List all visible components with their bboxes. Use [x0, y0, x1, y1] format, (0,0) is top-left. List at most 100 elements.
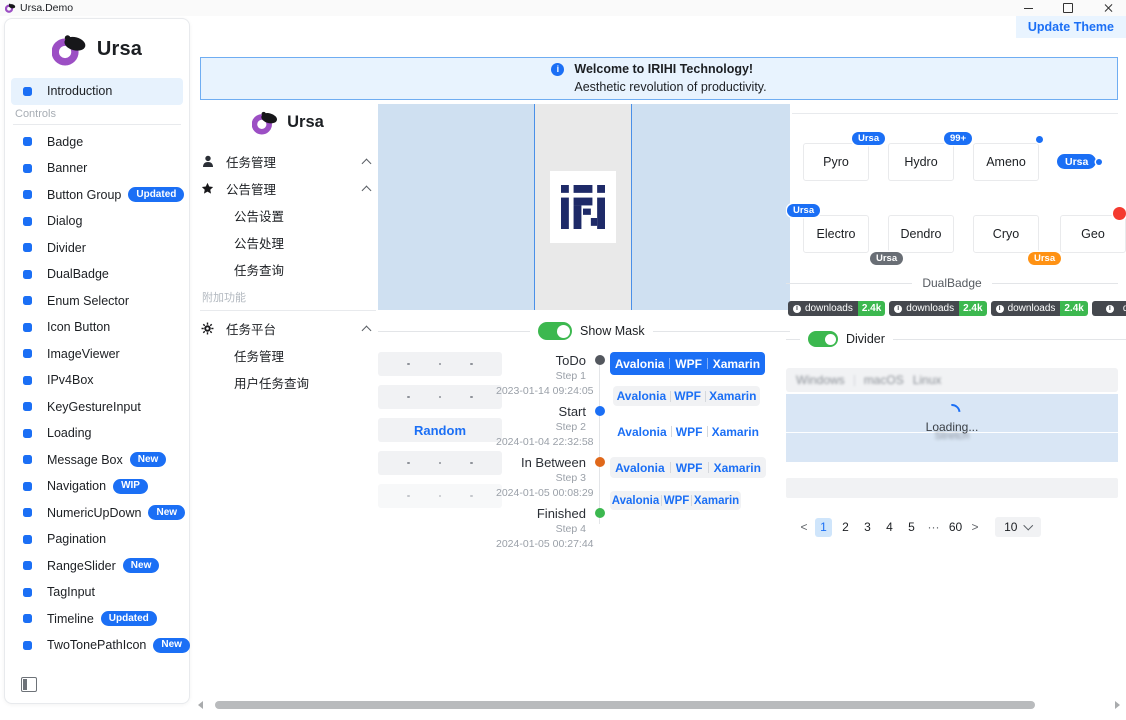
menu-item-user-task-query[interactable]: 用户任务查询 [200, 369, 376, 396]
sidebar-item-badge[interactable]: Badge [11, 129, 183, 156]
sidebar-item-rangeslider[interactable]: RangeSliderNew [11, 553, 183, 580]
sidebar-item-navigation[interactable]: NavigationWIP [11, 473, 183, 500]
ipv4-separator-dot [439, 462, 442, 465]
ipv4-separator-dot [439, 396, 442, 399]
button-avalonia[interactable]: Avalonia [612, 495, 660, 507]
scrollbar-thumb[interactable] [215, 701, 1035, 709]
page-prev-button[interactable]: < [798, 518, 810, 537]
sidebar-item-ipv4box[interactable]: IPv4Box [11, 367, 183, 394]
button-avalonia[interactable]: Avalonia [615, 461, 665, 475]
button-xamarin[interactable]: Xamarin [694, 495, 739, 507]
sidebar-item-pagination[interactable]: Pagination [11, 526, 183, 553]
page-button-60[interactable]: 60 [947, 518, 964, 537]
button-avalonia[interactable]: Avalonia [617, 389, 667, 403]
sidebar-item-keygestureinput[interactable]: KeyGestureInput [11, 394, 183, 421]
sidebar-item-loading[interactable]: Loading [11, 420, 183, 447]
divider-toggle[interactable] [808, 331, 838, 347]
count-badge: 99+ [944, 132, 972, 145]
ipv4-input-disabled [378, 484, 502, 508]
page-button-4[interactable]: 4 [881, 518, 898, 537]
button-avalonia[interactable]: Avalonia [615, 357, 665, 371]
close-button[interactable] [1102, 2, 1114, 14]
sidebar-collapse-icon[interactable] [21, 677, 37, 692]
timeline-dot [595, 406, 605, 416]
divider-line [992, 283, 1118, 284]
standalone-ursa-badge: Ursa [1057, 154, 1096, 169]
ipv4-separator-dot [470, 495, 473, 498]
ipv4-input[interactable] [378, 451, 502, 475]
sidebar-item-imageviewer[interactable]: ImageViewer [11, 341, 183, 368]
bullet-icon [23, 190, 32, 199]
chevron-up-icon [362, 325, 372, 335]
sidebar-item-icon-button[interactable]: Icon Button [11, 314, 183, 341]
sidebar-item-twotonepathicon[interactable]: TwoTonePathIconNew [11, 632, 183, 659]
button-wpf[interactable]: WPF [664, 495, 690, 507]
badge-card-hydro: Hydro [888, 143, 954, 181]
ipv4-separator-dot [439, 363, 442, 366]
button-wpf[interactable]: WPF [675, 357, 702, 371]
sidebar-item-message-box[interactable]: Message BoxNew [11, 447, 183, 474]
button-xamarin[interactable]: Xamarin [709, 389, 756, 403]
irihi-logo [550, 171, 616, 243]
bullet-icon [23, 164, 32, 173]
scroll-right-arrow-icon[interactable] [1115, 701, 1120, 709]
menu-group-notice-mgmt[interactable]: 公告管理 [200, 175, 376, 202]
viewer-mask-left [378, 104, 534, 310]
maximize-button[interactable] [1062, 2, 1074, 14]
menu-group-task-mgmt[interactable]: 任务管理 [200, 148, 376, 175]
button-avalonia[interactable]: Avalonia [617, 425, 667, 439]
page-button-3[interactable]: 3 [859, 518, 876, 537]
page-button-2[interactable]: 2 [837, 518, 854, 537]
menu-item-notice-settings[interactable]: 公告设置 [200, 202, 376, 229]
button-xamarin[interactable]: Xamarin [714, 461, 761, 475]
bullet-icon [23, 561, 32, 570]
button-wpf[interactable]: WPF [676, 425, 703, 439]
status-badge: New [130, 452, 167, 467]
separator [854, 375, 855, 386]
timeline-dot [595, 355, 605, 365]
menu-item-task-query[interactable]: 任务查询 [200, 256, 376, 283]
sidebar-item-button-group[interactable]: Button GroupUpdated [11, 182, 183, 209]
sidebar-item-timeline[interactable]: TimelineUpdated [11, 606, 183, 633]
ipv4-input[interactable] [378, 385, 502, 409]
page-size-select[interactable]: 10 [995, 517, 1041, 537]
sidebar-item-numericupdown[interactable]: NumericUpDownNew [11, 500, 183, 527]
page-next-button[interactable]: > [969, 518, 981, 537]
menu-item-notice-process[interactable]: 公告处理 [200, 229, 376, 256]
page-button-5[interactable]: 5 [903, 518, 920, 537]
sidebar-item-dualbadge[interactable]: DualBadge [11, 261, 183, 288]
random-button[interactable]: Random [378, 418, 502, 442]
horizontal-scrollbar[interactable] [198, 699, 1120, 711]
separator [661, 495, 662, 506]
loading-demo: Stretch Loading... [786, 394, 1118, 462]
sidebar-item-dialog[interactable]: Dialog [11, 208, 183, 235]
bullet-icon [23, 87, 32, 96]
minimize-button[interactable] [1022, 2, 1034, 14]
update-theme-button[interactable]: Update Theme [1016, 16, 1126, 38]
info-icon [793, 305, 801, 313]
banner-subtitle: Aesthetic revolution of productivity. [574, 79, 766, 97]
timeline-demo: ToDo Step 1 2023-01-14 09:24:05 Start St… [496, 350, 608, 550]
image-viewer[interactable] [378, 104, 790, 310]
page-button-1[interactable]: 1 [815, 518, 832, 537]
chevron-down-icon [1024, 521, 1033, 530]
separator [708, 462, 709, 473]
ipv4-input[interactable] [378, 352, 502, 376]
menu-group-task-platform[interactable]: 任务平台 [200, 315, 376, 342]
button-wpf[interactable]: WPF [674, 389, 701, 403]
button-xamarin[interactable]: Xamarin [712, 425, 759, 439]
ursa-logo-icon [52, 33, 88, 66]
menu-item-task-mgmt[interactable]: 任务管理 [200, 342, 376, 369]
sidebar-item-taginput[interactable]: TagInput [11, 579, 183, 606]
button-group-primary: Avalonia WPF Xamarin [610, 352, 765, 375]
sidebar-item-enum-selector[interactable]: Enum Selector [11, 288, 183, 315]
show-mask-toggle[interactable] [538, 322, 572, 340]
sidebar-item-divider[interactable]: Divider [11, 235, 183, 262]
sidebar-item-introduction[interactable]: Introduction [11, 78, 183, 105]
sidebar-item-banner[interactable]: Banner [11, 155, 183, 182]
ursa-badge: Ursa [787, 204, 820, 217]
scroll-left-arrow-icon[interactable] [198, 701, 203, 709]
menu-section-label: 附加功能 [200, 289, 376, 311]
button-wpf[interactable]: WPF [676, 461, 703, 475]
button-xamarin[interactable]: Xamarin [713, 357, 760, 371]
